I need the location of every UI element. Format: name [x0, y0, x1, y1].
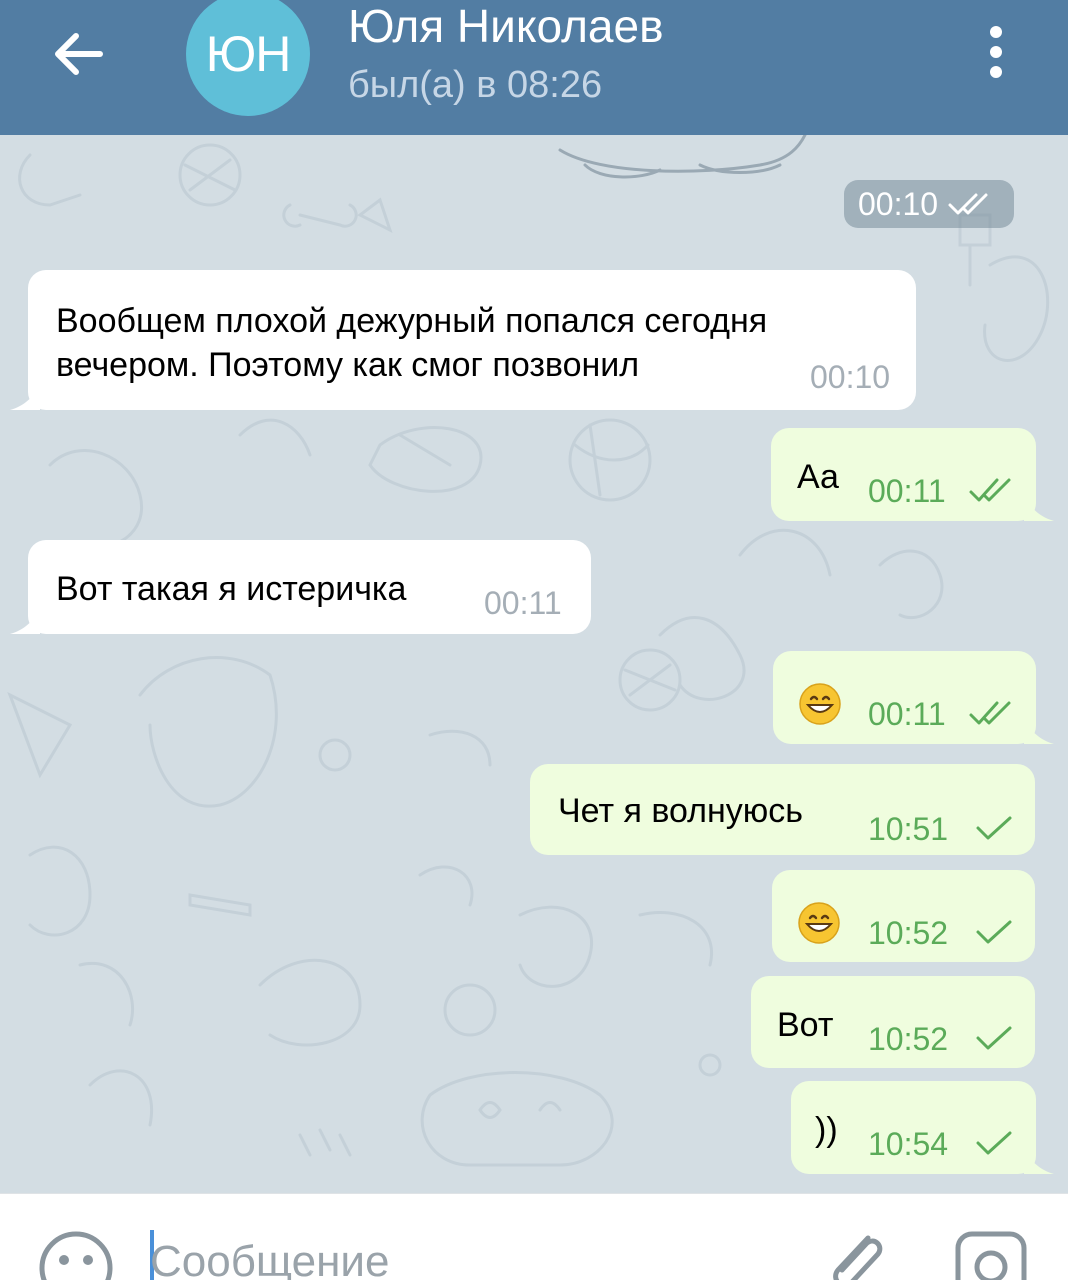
message-time: 10:52: [868, 915, 949, 951]
back-button[interactable]: [48, 24, 108, 84]
message-outgoing[interactable]: Аа 00:11: [771, 428, 1036, 521]
message-outgoing[interactable]: Чет я волнуюсь 10:51: [530, 764, 1035, 855]
message-time: 00:11: [868, 473, 946, 509]
message-text: Чет я волнуюсь: [558, 792, 803, 830]
message-time: 10:54: [868, 1126, 949, 1162]
check-icon: [976, 1131, 1012, 1155]
check-icon: [976, 1026, 1012, 1050]
sticker-timestamp: 00:10: [844, 180, 1014, 228]
message-outgoing[interactable]: )) 10:54: [791, 1081, 1036, 1174]
double-check-icon: [969, 701, 1011, 725]
chat-header: ЮН Юля Николаев был(а) в 08:26: [0, 0, 1068, 135]
message-outgoing[interactable]: 00:11: [773, 651, 1036, 744]
grinning-face-emoji-icon: [799, 683, 841, 725]
message-composer: Сообщение: [0, 1193, 1068, 1280]
check-icon: [976, 920, 1012, 944]
message-text-line: Вообщем плохой дежурный попался сегодня: [56, 302, 768, 340]
message-text: Аа: [797, 458, 839, 496]
message-time: 10:51: [868, 811, 949, 847]
grinning-face-emoji-icon: [798, 902, 840, 944]
last-seen-status: был(а) в 08:26: [348, 64, 603, 106]
chat-title[interactable]: Юля Николаев: [348, 0, 664, 54]
avatar[interactable]: ЮН: [186, 0, 310, 116]
more-vertical-icon: [990, 26, 1002, 78]
message-text: Вот: [777, 1006, 834, 1044]
camera-icon[interactable]: [954, 1230, 1028, 1280]
attach-icon[interactable]: [818, 1224, 888, 1280]
message-outgoing[interactable]: 10:52: [772, 870, 1035, 962]
check-icon: [976, 816, 1012, 840]
message-time: 00:11: [868, 696, 946, 732]
message-time: 00:11: [484, 585, 562, 621]
emoji-icon[interactable]: [38, 1230, 114, 1280]
message-time: 00:10: [810, 359, 891, 395]
double-check-icon: [969, 478, 1011, 502]
message-time: 00:10: [858, 185, 939, 222]
back-arrow-icon: [55, 33, 103, 75]
message-incoming[interactable]: Вообщем плохой дежурный попался сегодня …: [28, 270, 916, 410]
more-menu-button[interactable]: [976, 24, 1016, 84]
message-text: Вот такая я истеричка: [56, 570, 407, 608]
message-time: 10:52: [868, 1021, 949, 1057]
message-outgoing[interactable]: Вот 10:52: [751, 976, 1035, 1068]
message-text-line: вечером. Поэтому как смог позвонил: [56, 346, 640, 384]
message-text: )): [815, 1111, 838, 1149]
message-incoming[interactable]: Вот такая я истеричка 00:11: [28, 540, 591, 634]
double-check-icon: [948, 193, 988, 215]
message-input[interactable]: Сообщение: [150, 1232, 389, 1280]
